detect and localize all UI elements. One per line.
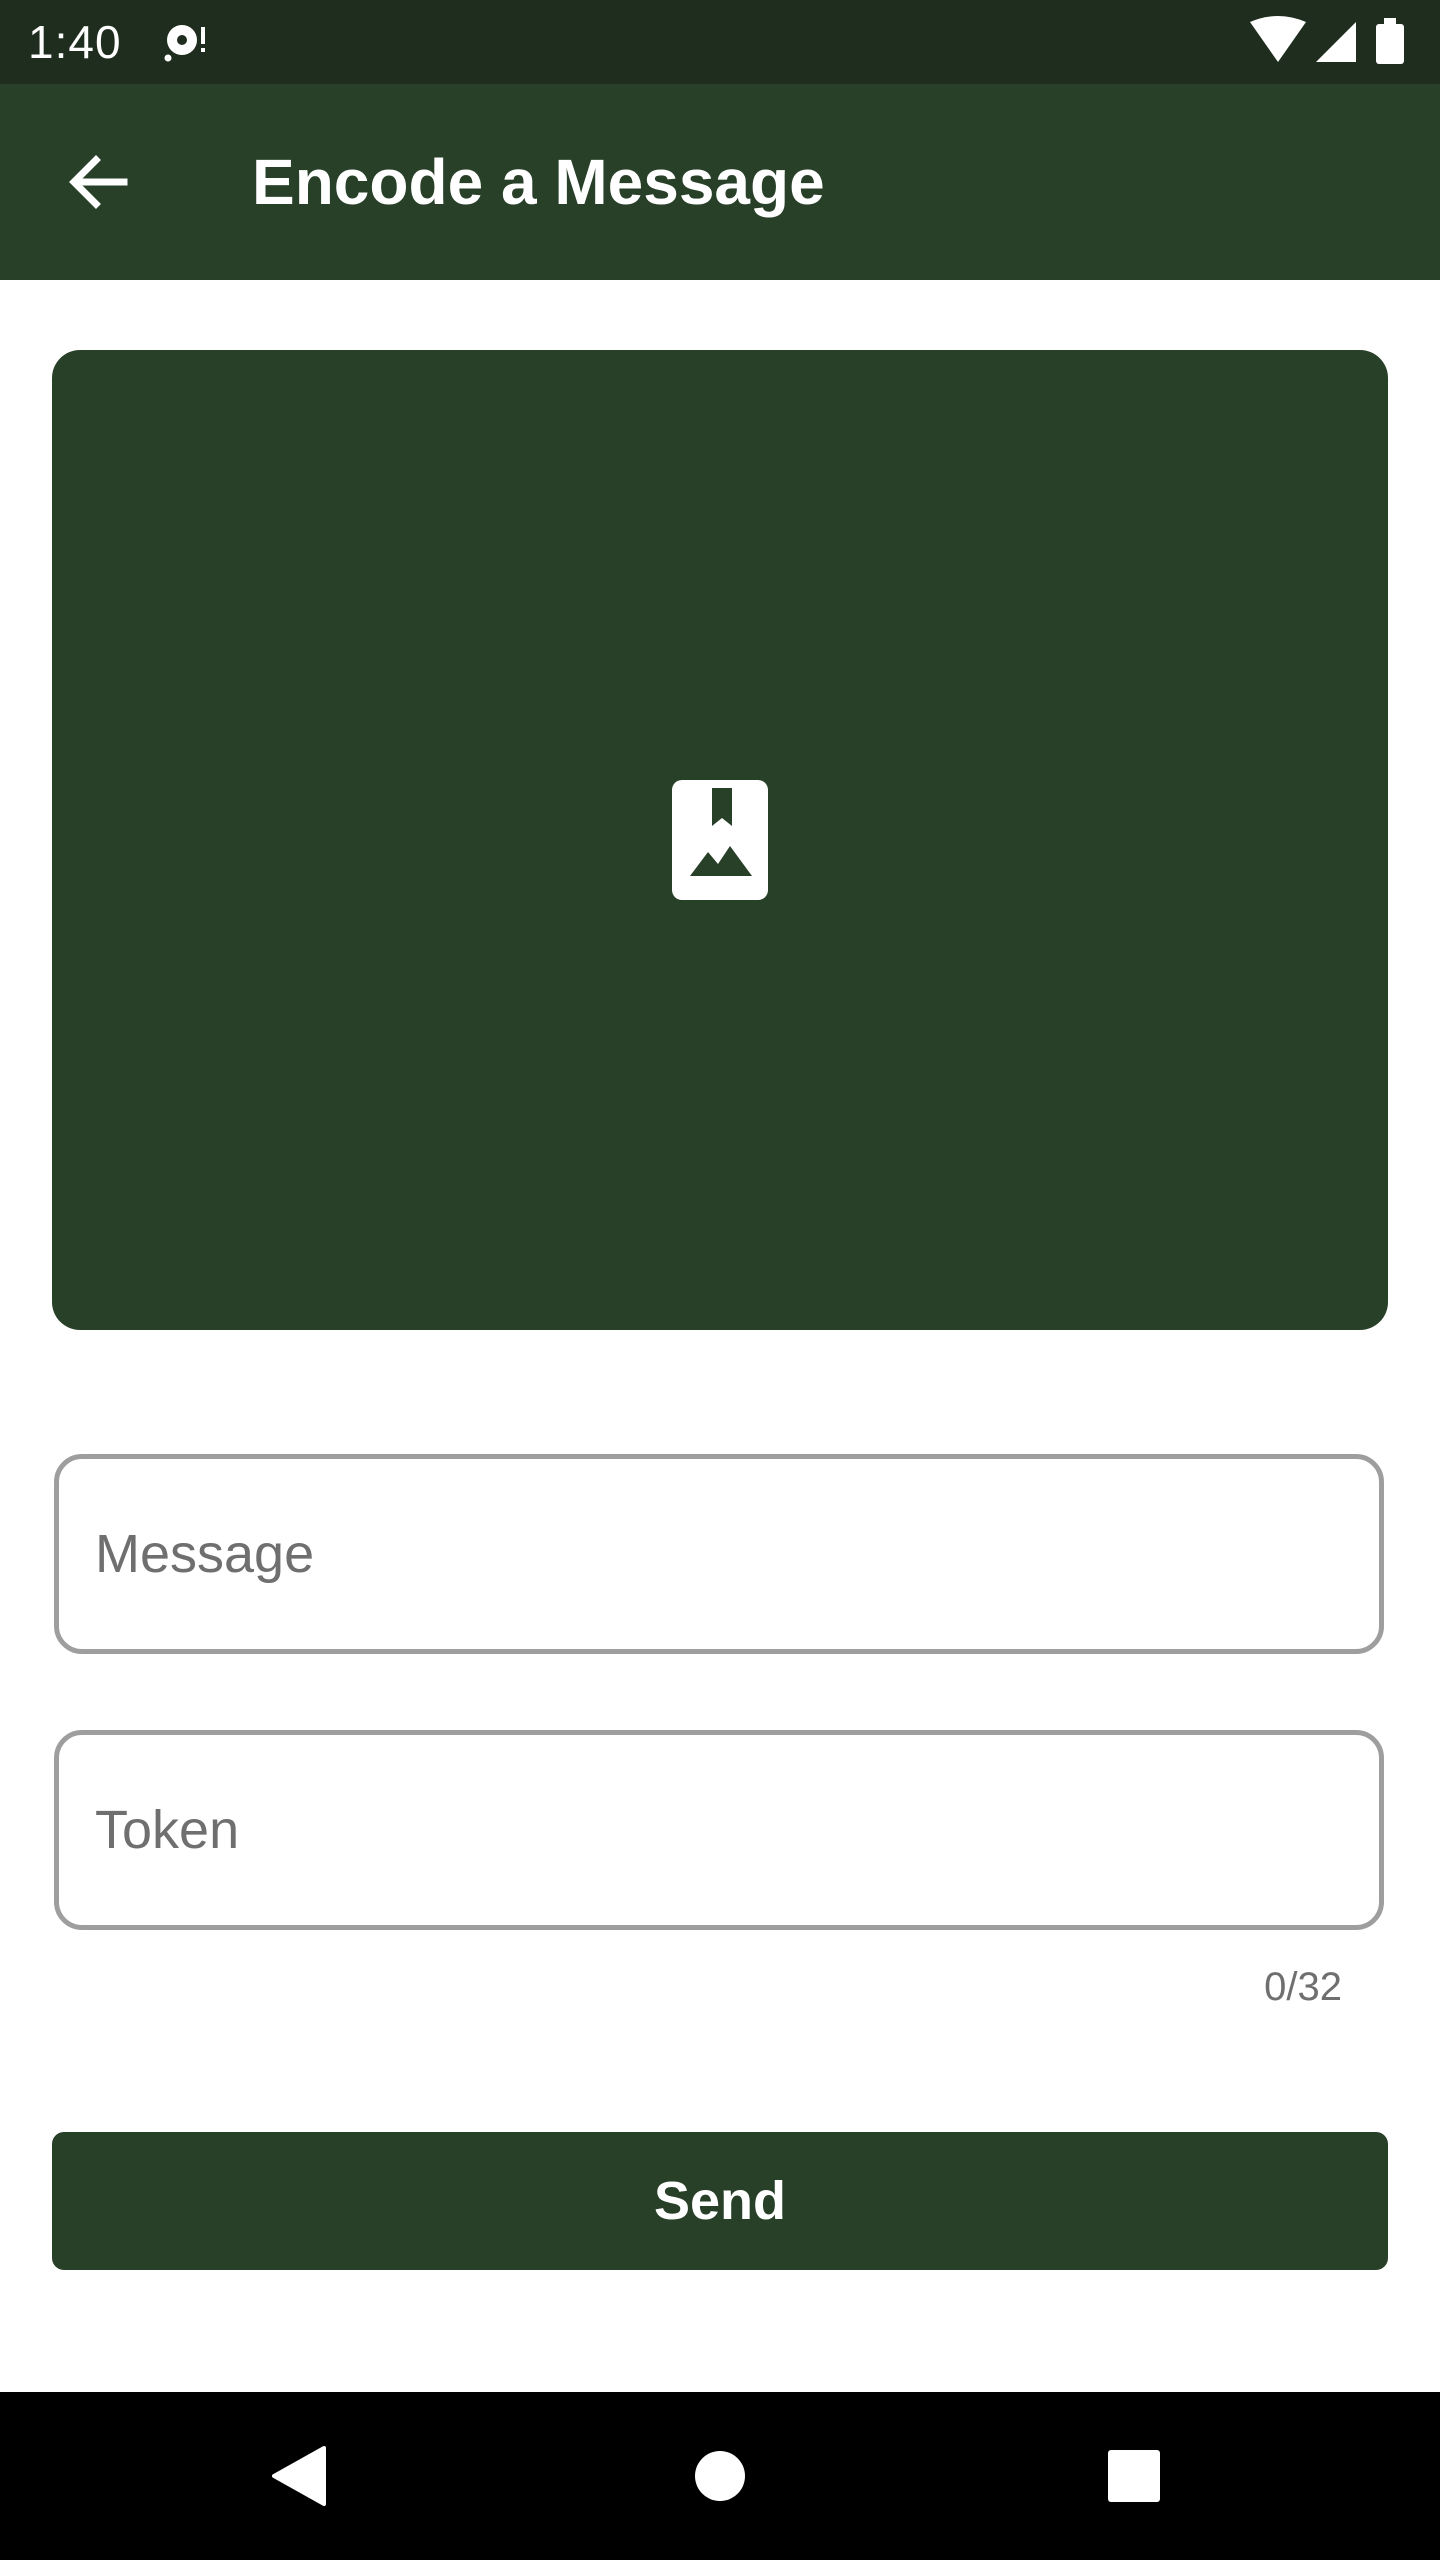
battery-icon xyxy=(1376,18,1404,64)
nav-home-icon xyxy=(695,2451,745,2501)
send-button[interactable]: Send xyxy=(52,2132,1388,2270)
token-character-counter: 0/32 xyxy=(1264,1965,1342,2009)
image-bookmark-icon xyxy=(672,780,768,900)
status-icons xyxy=(1250,16,1404,64)
wifi-icon xyxy=(1250,16,1306,62)
nav-home-button[interactable] xyxy=(670,2426,770,2526)
nav-back-icon xyxy=(272,2446,326,2506)
nav-recents-icon xyxy=(1108,2450,1160,2502)
app-bar: Encode a Message xyxy=(0,84,1440,280)
signal-icon xyxy=(1316,22,1356,62)
notification-icon xyxy=(164,25,205,62)
status-time: 1:40 xyxy=(28,16,122,68)
token-input[interactable] xyxy=(95,1735,1335,1925)
token-field[interactable] xyxy=(54,1730,1384,1930)
message-field[interactable] xyxy=(54,1454,1384,1654)
navigation-bar xyxy=(0,2392,1440,2560)
message-input[interactable] xyxy=(95,1459,1335,1649)
status-bar: 1:40 xyxy=(0,0,1440,84)
image-picker[interactable] xyxy=(52,350,1388,1330)
arrow-back-icon xyxy=(69,155,128,209)
page-title: Encode a Message xyxy=(252,146,825,218)
nav-recents-button[interactable] xyxy=(1084,2426,1184,2526)
nav-back-button[interactable] xyxy=(250,2426,350,2526)
back-button[interactable] xyxy=(50,134,146,230)
